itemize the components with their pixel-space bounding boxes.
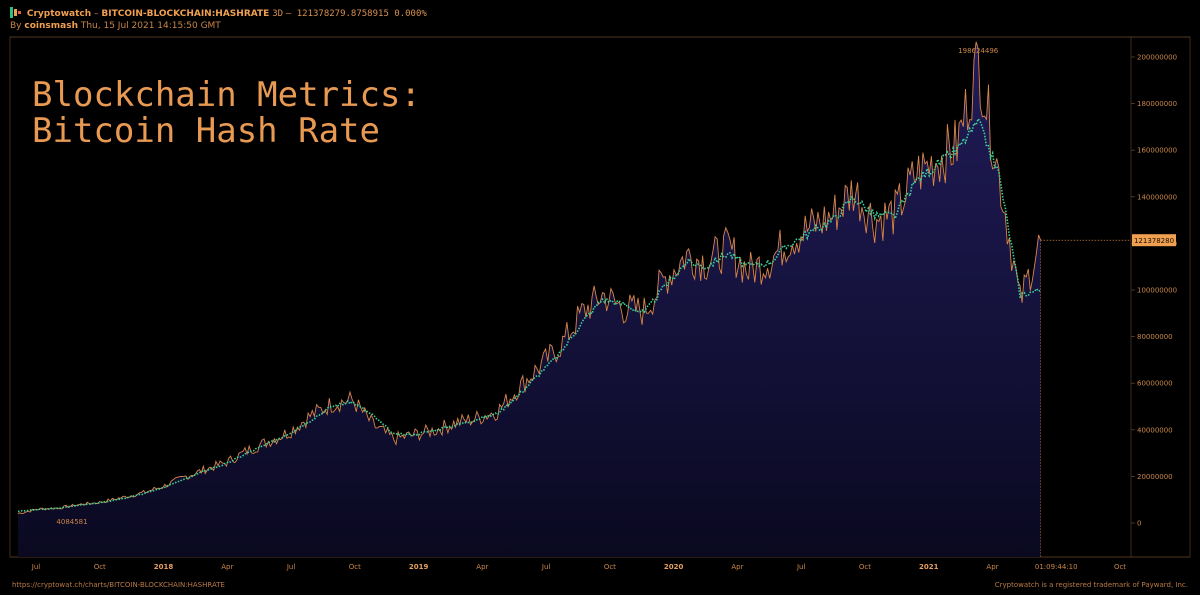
x-tick-label: Apr [476,563,488,571]
x-tick-label: 2020 [664,563,684,571]
hashrate-chart[interactable]: 2000000001800000001600000001400000001200… [0,0,1200,595]
max-value-label: 198624496 [958,47,999,55]
last-value-label: 121378280 [1134,237,1174,245]
x-tick-label: Apr [221,563,233,571]
y-tick-label: 60000000 [1137,380,1173,388]
min-value-label: 4084581 [56,518,87,526]
y-tick-label: 200000000 [1137,54,1177,62]
chart-title-line-2: Bitcoin Hash Rate [32,111,380,151]
x-tick-label: 01:09:44:10 [1035,563,1078,571]
y-tick-label: 20000000 [1137,473,1173,481]
x-tick-label: Oct [859,563,871,571]
y-tick-label: 160000000 [1137,147,1177,155]
footer-url[interactable]: https://cryptowat.ch/charts/BITCOIN-BLOC… [12,581,225,589]
x-axis: Jul Oct 2018 Apr Jul Oct 2019 Apr Jul Oct 2020 Apr J… [31,563,1127,571]
x-tick-label: Jul [541,563,551,571]
x-tick-label: Oct [1114,563,1126,571]
chart-title-line-1: Blockchain Metrics: [32,75,421,115]
x-tick-label: 2021 [919,563,939,571]
footer-trademark: Cryptowatch is a registered trademark of… [994,581,1188,589]
x-tick-label: Jul [796,563,806,571]
x-tick-label: Apr [986,563,998,571]
x-tick-label: Jul [286,563,296,571]
y-tick-label: 180000000 [1137,100,1177,108]
x-tick-label: 2019 [409,563,429,571]
y-tick-label: 80000000 [1137,333,1173,341]
x-tick-label: Apr [731,563,743,571]
x-tick-label: Oct [94,563,106,571]
y-tick-label: 40000000 [1137,426,1173,434]
x-tick-label: Jul [31,563,41,571]
y-tick-label: 100000000 [1137,287,1177,295]
y-tick-label: 140000000 [1137,193,1177,201]
x-tick-label: Oct [349,563,361,571]
x-tick-label: 2018 [154,563,174,571]
y-axis: 2000000001800000001600000001400000001200… [1131,54,1177,528]
x-tick-label: Oct [604,563,616,571]
y-tick-label: 0 [1137,520,1141,528]
